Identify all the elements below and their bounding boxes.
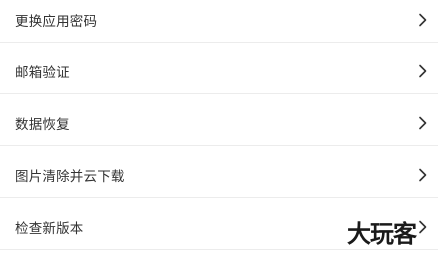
check-new-version-item[interactable]: 检查新版本 大玩客 bbox=[0, 204, 438, 250]
data-recovery-label: 数据恢复 bbox=[15, 116, 70, 133]
data-recovery-item[interactable]: 数据恢复 bbox=[0, 100, 438, 146]
email-verification-item[interactable]: 邮箱验证 bbox=[0, 48, 438, 94]
change-app-password-item[interactable]: 更换应用密码 bbox=[0, 0, 438, 43]
change-app-password-label: 更换应用密码 bbox=[15, 13, 98, 30]
watermark-logo: 大玩客 bbox=[347, 219, 417, 248]
chevron-right-icon bbox=[417, 64, 428, 78]
email-verification-label: 邮箱验证 bbox=[15, 64, 70, 81]
image-clear-cloud-download-label: 图片清除并云下载 bbox=[15, 168, 125, 185]
chevron-right-icon bbox=[417, 13, 428, 27]
image-clear-cloud-download-item[interactable]: 图片清除并云下载 bbox=[0, 152, 438, 198]
chevron-right-icon bbox=[417, 116, 428, 130]
chevron-right-icon bbox=[417, 220, 428, 234]
check-new-version-label: 检查新版本 bbox=[15, 220, 84, 237]
chevron-right-icon bbox=[417, 168, 428, 182]
settings-list: 更换应用密码 邮箱验证 数据恢复 图片清除并云下载 检查新版本 大玩客 bbox=[0, 0, 438, 259]
